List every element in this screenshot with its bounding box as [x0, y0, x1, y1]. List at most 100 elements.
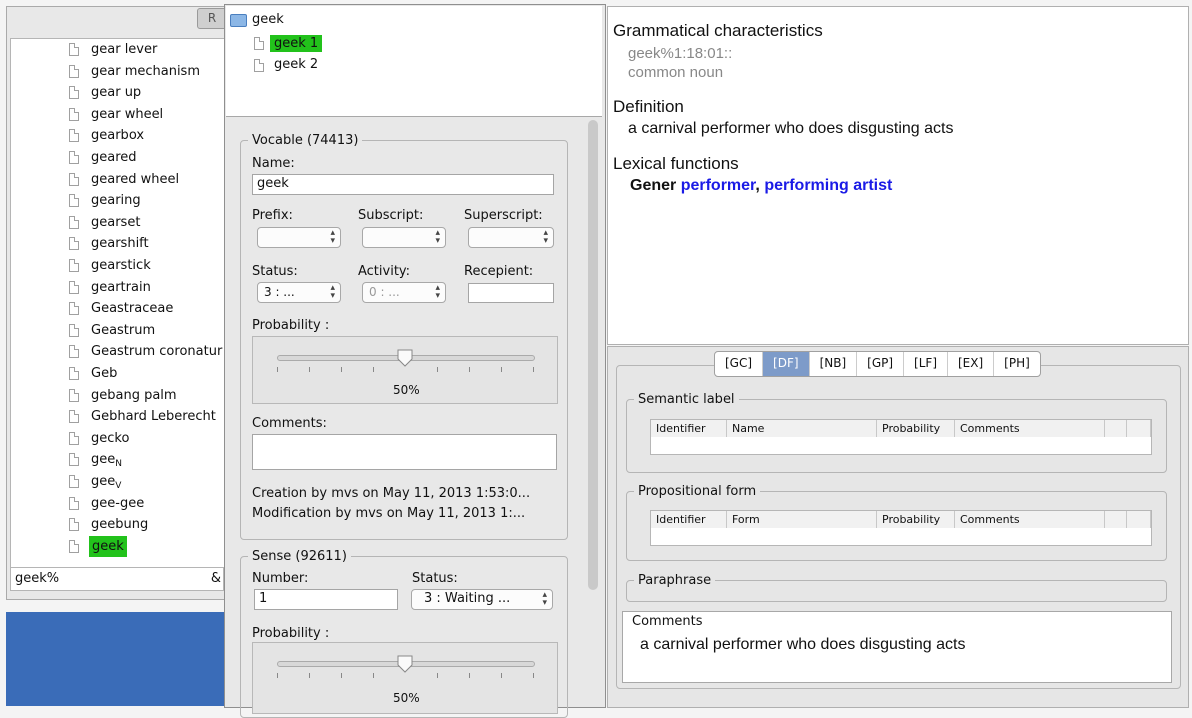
tab-df[interactable]: [DF] [763, 352, 810, 376]
list-item[interactable]: gear up [11, 82, 225, 103]
slider-thumb[interactable] [397, 349, 413, 367]
word-list[interactable]: gear lever gear mechanism gear up gear whee… [10, 38, 226, 568]
list-item-label: gearshift [91, 233, 149, 254]
list-item-text: geared [91, 150, 137, 165]
list-item[interactable]: gee-gee [11, 493, 225, 514]
superscript-select[interactable]: ▴ ▾ [468, 227, 554, 248]
sense-legend: Sense (92611) [248, 549, 351, 564]
list-item-text: gear lever [91, 42, 158, 57]
scrollbar-thumb[interactable] [588, 120, 598, 590]
column-header[interactable]: Comments [955, 511, 1105, 528]
tree-root-label[interactable]: geek [252, 12, 284, 27]
list-item[interactable]: gear lever [11, 39, 225, 60]
document-icon [69, 172, 79, 186]
list-item-label: geek [89, 535, 127, 557]
activity-select-value: 0 : ... [369, 285, 400, 299]
slider-tick [277, 673, 278, 678]
tab-gp[interactable]: [GP] [857, 352, 905, 376]
lf-link-performing-artist[interactable]: performing artist [764, 177, 892, 194]
column-header[interactable]: Name [727, 420, 877, 437]
slider-tick [501, 367, 502, 372]
column-header[interactable]: Comments [955, 420, 1105, 437]
list-item-label: gearstick [91, 255, 151, 276]
list-item[interactable]: geeV [11, 471, 225, 492]
list-item-text: gear up [91, 85, 142, 101]
list-item-label: gecko [91, 428, 129, 449]
column-header[interactable]: Form [727, 511, 877, 528]
list-item-label: Geastraceae [91, 298, 173, 319]
list-item[interactable]: geared wheel [11, 169, 225, 190]
lf-link-performer[interactable]: performer [681, 177, 756, 194]
slider-thumb[interactable] [397, 655, 413, 673]
comments-field[interactable] [252, 434, 557, 470]
status-select-value: 3 : ... [264, 285, 295, 299]
list-item[interactable]: gearbox [11, 125, 225, 146]
list-item[interactable]: gearing [11, 190, 225, 211]
tree-item-geek-2[interactable]: geek 2 [274, 57, 318, 72]
tab-nb[interactable]: [NB] [810, 352, 858, 376]
list-item-label: Geb [91, 363, 117, 384]
sense-probability-value: 50% [393, 691, 420, 705]
slider-tick [437, 673, 438, 678]
column-header[interactable]: Identifier [651, 420, 727, 437]
tab-ph[interactable]: [PH] [994, 352, 1040, 376]
document-icon [69, 539, 79, 553]
list-item[interactable]: Gebhard Leberecht [11, 406, 225, 427]
sense-status-select[interactable]: 3 : Waiting ... ▴ ▾ [411, 589, 553, 610]
list-item[interactable]: geebung [11, 514, 225, 535]
list-item[interactable]: geeN [11, 449, 225, 470]
list-item[interactable]: gearset [11, 212, 225, 233]
list-item[interactable]: geared [11, 147, 225, 168]
paraphrase-legend: Paraphrase [634, 573, 716, 588]
subscript-select[interactable]: ▴ ▾ [362, 227, 446, 248]
slider-tick [341, 367, 342, 372]
status-label: Status: [252, 264, 298, 279]
propositional-form-table-body[interactable] [650, 528, 1152, 546]
superscript-label: Superscript: [464, 208, 543, 223]
prefix-select[interactable]: ▴ ▾ [257, 227, 341, 248]
slider-tick [469, 367, 470, 372]
search-input[interactable]: geek% & [10, 567, 224, 591]
sense-tree[interactable]: geek geek 1 geek 2 [226, 6, 602, 117]
document-icon [69, 496, 79, 510]
list-item[interactable]: Geastrum [11, 320, 225, 341]
number-field[interactable]: 1 [254, 589, 398, 610]
updown-arrows-icon: ▴ ▾ [330, 283, 335, 301]
list-item[interactable]: Geastrum coronatur [11, 341, 225, 362]
column-header[interactable]: Probability [877, 420, 955, 437]
probability-slider-box: 50% [252, 336, 558, 404]
column-header[interactable]: Identifier [651, 511, 727, 528]
semantic-label-table-body[interactable] [650, 437, 1152, 455]
list-item-text: gear wheel [91, 106, 164, 122]
list-item[interactable]: Geastraceae [11, 298, 225, 319]
list-item[interactable]: gear mechanism [11, 61, 225, 82]
document-icon [254, 37, 264, 50]
list-item[interactable]: Geb [11, 363, 225, 384]
tab-ex[interactable]: [EX] [948, 352, 995, 376]
document-icon [69, 107, 79, 121]
lexical-functions-heading: Lexical functions [613, 154, 739, 173]
list-item-text: gearstick [91, 258, 151, 273]
list-item[interactable]: gearstick [11, 255, 225, 276]
tree-item-geek-1[interactable]: geek 1 [270, 35, 323, 52]
column-header[interactable]: Probability [877, 511, 955, 528]
tab-lf[interactable]: [LF] [904, 352, 948, 376]
list-item-text: gearset [91, 214, 141, 230]
window-tab[interactable]: R [197, 8, 227, 29]
list-item[interactable]: gearshift [11, 233, 225, 254]
recipient-field[interactable] [468, 283, 554, 303]
list-item[interactable]: gebang palm [11, 385, 225, 406]
number-label: Number: [252, 571, 309, 586]
activity-select[interactable]: 0 : ... ▴ ▾ [362, 282, 446, 303]
list-item[interactable]: gecko [11, 428, 225, 449]
status-select[interactable]: 3 : ... ▴ ▾ [257, 282, 341, 303]
name-field[interactable]: geek [252, 174, 554, 195]
slider-tick [309, 367, 310, 372]
list-item[interactable]: geek [11, 535, 225, 557]
sense-probability-label: Probability : [252, 626, 330, 641]
details-panel: Grammatical characteristics geek%1:18:01… [607, 6, 1189, 345]
document-icon [69, 280, 79, 294]
list-item[interactable]: geartrain [11, 277, 225, 298]
tab-gc[interactable]: [GC] [715, 352, 764, 376]
list-item[interactable]: gear wheel [11, 104, 225, 125]
